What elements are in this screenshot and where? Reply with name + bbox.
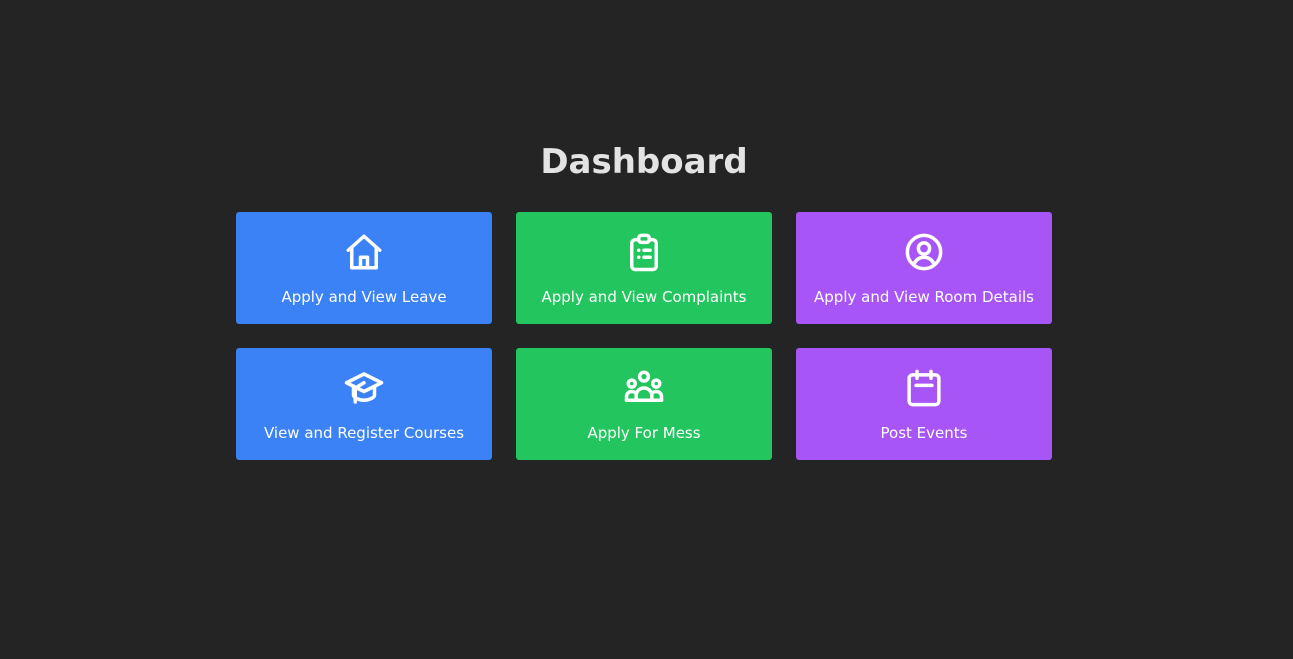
card-label: Apply For Mess	[587, 424, 701, 442]
card-post-events[interactable]: Post Events	[796, 348, 1052, 460]
card-apply-for-mess[interactable]: Apply For Mess	[516, 348, 772, 460]
card-label: Apply and View Complaints	[541, 288, 747, 306]
page-title: Dashboard	[540, 142, 748, 182]
card-view-register-courses[interactable]: View and Register Courses	[236, 348, 492, 460]
users-group-icon	[623, 367, 665, 409]
card-label: View and Register Courses	[263, 424, 465, 442]
home-icon	[343, 231, 385, 273]
card-apply-view-complaints[interactable]: Apply and View Complaints	[516, 212, 772, 324]
user-circle-icon	[903, 231, 945, 273]
card-label: Apply and View Leave	[281, 288, 447, 306]
calendar-icon	[903, 367, 945, 409]
clipboard-list-icon	[623, 231, 665, 273]
graduation-cap-icon	[343, 367, 385, 409]
card-apply-view-room-details[interactable]: Apply and View Room Details	[796, 212, 1052, 324]
card-label: Post Events	[880, 424, 968, 442]
card-apply-view-leave[interactable]: Apply and View Leave	[236, 212, 492, 324]
card-label: Apply and View Room Details	[814, 288, 1034, 306]
dashboard-grid: Apply and View Leave Apply and View Comp…	[236, 212, 1052, 460]
